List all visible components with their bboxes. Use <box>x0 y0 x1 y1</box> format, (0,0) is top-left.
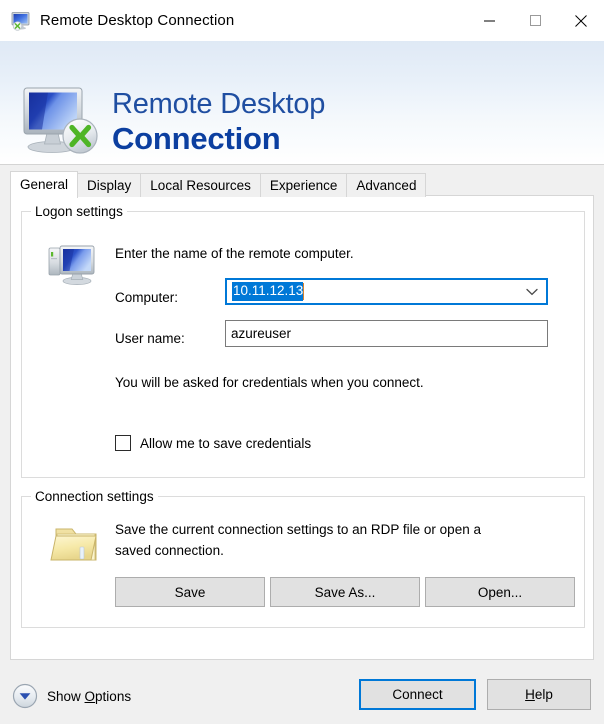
show-options-label-pre: Show <box>47 688 85 704</box>
remote-desktop-logo <box>18 83 114 157</box>
close-icon <box>575 14 587 27</box>
show-options-accel: O <box>84 688 96 704</box>
help-button[interactable]: Help <box>487 679 591 710</box>
chevron-down-icon[interactable] <box>526 288 538 296</box>
maximize-icon <box>529 15 541 26</box>
connection-description-line2: saved connection. <box>115 543 224 558</box>
close-button[interactable] <box>558 0 604 41</box>
minimize-button[interactable] <box>466 0 512 41</box>
minimize-icon <box>483 20 495 22</box>
banner-text: Remote Desktop Connection <box>112 88 326 156</box>
banner-title-line2: Connection <box>112 120 281 156</box>
remote-desktop-icon <box>10 11 32 31</box>
logon-settings-group: Logon settings Enter the name of the rem… <box>21 204 585 478</box>
logon-settings-title: Logon settings <box>31 204 127 219</box>
window-controls <box>466 0 604 41</box>
connection-settings-title: Connection settings <box>31 489 158 504</box>
tab-experience[interactable]: Experience <box>259 173 348 197</box>
help-label-post: elp <box>534 687 553 702</box>
username-label: User name: <box>115 331 185 346</box>
banner-title-line1: Remote Desktop <box>112 88 326 120</box>
folder-icon <box>50 521 104 566</box>
computer-input-value: 10.11.12.13 <box>232 282 304 301</box>
computer-icon <box>47 241 103 287</box>
show-options-label-post: ptions <box>95 688 132 704</box>
connection-settings-group: Connection settings Save the current con… <box>21 489 585 628</box>
save-button[interactable]: Save <box>115 577 265 607</box>
logon-description: Enter the name of the remote computer. <box>115 246 354 261</box>
tab-display[interactable]: Display <box>77 173 142 197</box>
computer-label: Computer: <box>115 290 179 305</box>
header-banner: Remote Desktop Connection <box>0 41 604 165</box>
connection-description-line1: Save the current connection settings to … <box>115 522 481 537</box>
show-options-toggle[interactable]: Show Options <box>12 683 131 709</box>
chevron-down-icon[interactable] <box>12 683 38 709</box>
tab-panel-general: Logon settings Enter the name of the rem… <box>10 195 594 660</box>
save-as-button[interactable]: Save As... <box>270 577 420 607</box>
maximize-button[interactable] <box>512 0 558 41</box>
computer-input[interactable]: 10.11.12.13 <box>225 278 548 305</box>
credentials-note: You will be asked for credentials when y… <box>115 375 424 390</box>
tab-strip: General Display Local Resources Experien… <box>10 171 427 198</box>
show-options-label: Show Options <box>47 689 131 704</box>
save-credentials-label: Allow me to save credentials <box>140 435 312 451</box>
help-accel: H <box>525 687 535 702</box>
save-credentials-checkbox[interactable]: Allow me to save credentials <box>115 435 311 451</box>
connect-button[interactable]: Connect <box>359 679 476 710</box>
window-title: Remote Desktop Connection <box>40 12 235 29</box>
text-caret <box>303 283 305 300</box>
tab-general[interactable]: General <box>10 171 79 198</box>
tab-advanced[interactable]: Advanced <box>346 173 427 197</box>
title-bar: Remote Desktop Connection <box>0 0 604 41</box>
checkbox-box[interactable] <box>115 435 131 451</box>
username-input[interactable]: azureuser <box>225 320 548 347</box>
tab-local-resources[interactable]: Local Resources <box>140 173 261 197</box>
open-button[interactable]: Open... <box>425 577 575 607</box>
